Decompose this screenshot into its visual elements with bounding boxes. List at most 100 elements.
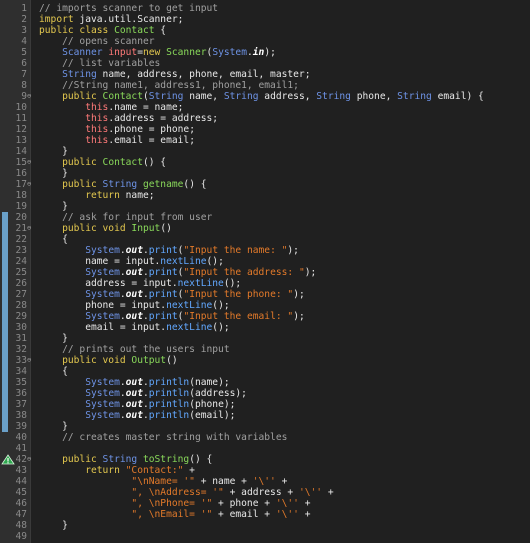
code-line[interactable]: 19 } [0,201,530,212]
code-line[interactable]: 11 this.address = address; [0,113,530,124]
code-line[interactable]: 39 } [0,421,530,432]
code-line[interactable]: 8 //String name1, address1, phone1, emai… [0,80,530,91]
line-number: 47 [15,509,27,520]
line-number: 18 [15,190,27,201]
code-line[interactable]: 40 // creates master string with variabl… [0,432,530,443]
code-text: return name; [39,190,155,201]
code-line[interactable]: 44 "\nName= '" + name + '\'' + [0,476,530,487]
code-line[interactable]: 27 System.out.print("Input the phone: ")… [0,289,530,300]
code-line[interactable]: 35 System.out.println(name); [0,377,530,388]
fold-toggle-icon[interactable]: ⊖ [27,224,33,232]
code-line[interactable]: 45 ", \nAddress= '" + address + '\'' + [0,487,530,498]
code-text: public Contact() { [39,157,166,168]
code-token: (); [223,278,242,289]
code-line[interactable]: 36 System.out.println(address); [0,388,530,399]
code-text: // list variables [39,58,160,69]
code-text: // imports scanner to get input [39,3,218,14]
code-line[interactable]: 46 ", \nPhone= '" + phone + '\'' + [0,498,530,509]
code-token: out [125,267,143,278]
fold-toggle-icon[interactable]: ⊖ [27,455,33,463]
code-line[interactable]: 20 // ask for input from user [0,212,530,223]
fold-toggle-icon[interactable]: ⊖ [27,158,33,166]
code-text: // prints out the users input [39,344,230,355]
code-line[interactable]: 25 System.out.print("Input the address: … [0,267,530,278]
code-token: "Input the email: " [183,311,294,322]
code-line[interactable]: 13 this.email = email; [0,135,530,146]
warning-triangle-icon[interactable] [1,454,15,465]
code-token: } [39,421,68,432]
code-token: out [125,377,143,388]
code-line[interactable]: 5 Scanner input=new Scanner(System.in); [0,47,530,58]
code-text: } [39,201,68,212]
code-token: java.util.Scanner; [79,14,184,25]
code-line[interactable]: 43 return "Contact:" + [0,465,530,476]
code-line[interactable]: 41 [0,443,530,454]
code-line[interactable]: 18 return name; [0,190,530,201]
code-line[interactable]: 22 { [0,234,530,245]
fold-toggle-icon[interactable]: ⊖ [27,180,33,188]
code-token: Scanner [166,47,207,58]
code-line[interactable]: 24 name = input.nextLine(); [0,256,530,267]
code-text: import java.util.Scanner; [39,14,183,25]
code-text: // opens scanner [39,36,155,47]
code-token: this [85,102,109,113]
code-line[interactable]: 26 address = input.nextLine(); [0,278,530,289]
code-line[interactable]: 31 } [0,333,530,344]
code-line[interactable]: 15 ⊖ public Contact() { [0,157,530,168]
code-line[interactable]: 2 import java.util.Scanner; [0,14,530,25]
fold-toggle-icon[interactable]: ⊖ [27,356,33,364]
line-number: 34 [15,366,27,377]
line-number: 15 [15,157,27,168]
code-line[interactable]: 17 ⊖ public String getname() { [0,179,530,190]
code-line[interactable]: 28 phone = input.nextLine(); [0,300,530,311]
code-text: System.out.println(name); [39,377,229,388]
code-token: } [39,333,68,344]
code-token: // imports scanner to get input [39,3,219,14]
code-token: '\'' [275,509,299,520]
code-line[interactable]: 49 [0,531,530,542]
code-token: name; [125,190,155,201]
line-number: 46 [15,498,27,509]
code-token: + address + [223,487,299,498]
code-line[interactable]: 47 ", \nEmail= '" + email + '\'' + [0,509,530,520]
code-token: "Input the phone: " [183,289,294,300]
fold-toggle-icon[interactable]: ⊖ [27,92,33,100]
code-line[interactable]: 21 ⊖ public void Input() [0,223,530,234]
code-line[interactable]: 9 ⊖ public Contact(String name, String ad… [0,91,530,102]
code-text: //String name1, address1, phone1, email1… [39,80,299,91]
code-line[interactable]: 34 { [0,366,530,377]
code-token: public class [39,25,115,36]
code-line[interactable]: 29 System.out.print("Input the email: ")… [0,311,530,322]
code-token: nextLine [160,256,207,267]
code-line[interactable]: 4 // opens scanner [0,36,530,47]
code-line[interactable]: 23 System.out.print("Input the name: "); [0,245,530,256]
code-line[interactable]: 16 } [0,168,530,179]
code-text: System.out.print("Input the address: "); [39,267,316,278]
code-token: () [160,223,172,234]
code-token: phone, [350,91,398,102]
code-line[interactable]: 33 ⊖ public void Output() [0,355,530,366]
code-line[interactable]: 6 // list variables [0,58,530,69]
code-line[interactable]: 3 public class Contact { [0,25,530,36]
code-token: email = input. [39,322,167,333]
code-line[interactable]: 30 email = input.nextLine(); [0,322,530,333]
code-line[interactable]: 42 ⊖ public String toString() { [0,454,530,465]
code-line[interactable]: 1 // imports scanner to get input [0,3,530,14]
code-line[interactable]: 14 } [0,146,530,157]
code-token: // opens scanner [39,36,155,47]
code-token: (); [206,256,224,267]
code-token: String [102,454,138,465]
code-line[interactable]: 38 System.out.println(email); [0,410,530,421]
code-line[interactable]: 7 String name, address, phone, email, ma… [0,69,530,80]
code-line[interactable]: 32 // prints out the users input [0,344,530,355]
code-text: Scanner input=new Scanner(System.in); [39,47,276,58]
code-line[interactable]: 37 System.out.println(phone); [0,399,530,410]
code-line[interactable]: 10 this.name = name; [0,102,530,113]
code-line[interactable]: 12 this.phone = phone; [0,124,530,135]
code-editor[interactable]: 1 // imports scanner to get input 2 import … [0,0,530,543]
line-number: 35 [15,377,27,388]
code-line[interactable]: 48 } [0,520,530,531]
code-text: public String toString() { [39,454,212,465]
code-token: System [85,399,120,410]
